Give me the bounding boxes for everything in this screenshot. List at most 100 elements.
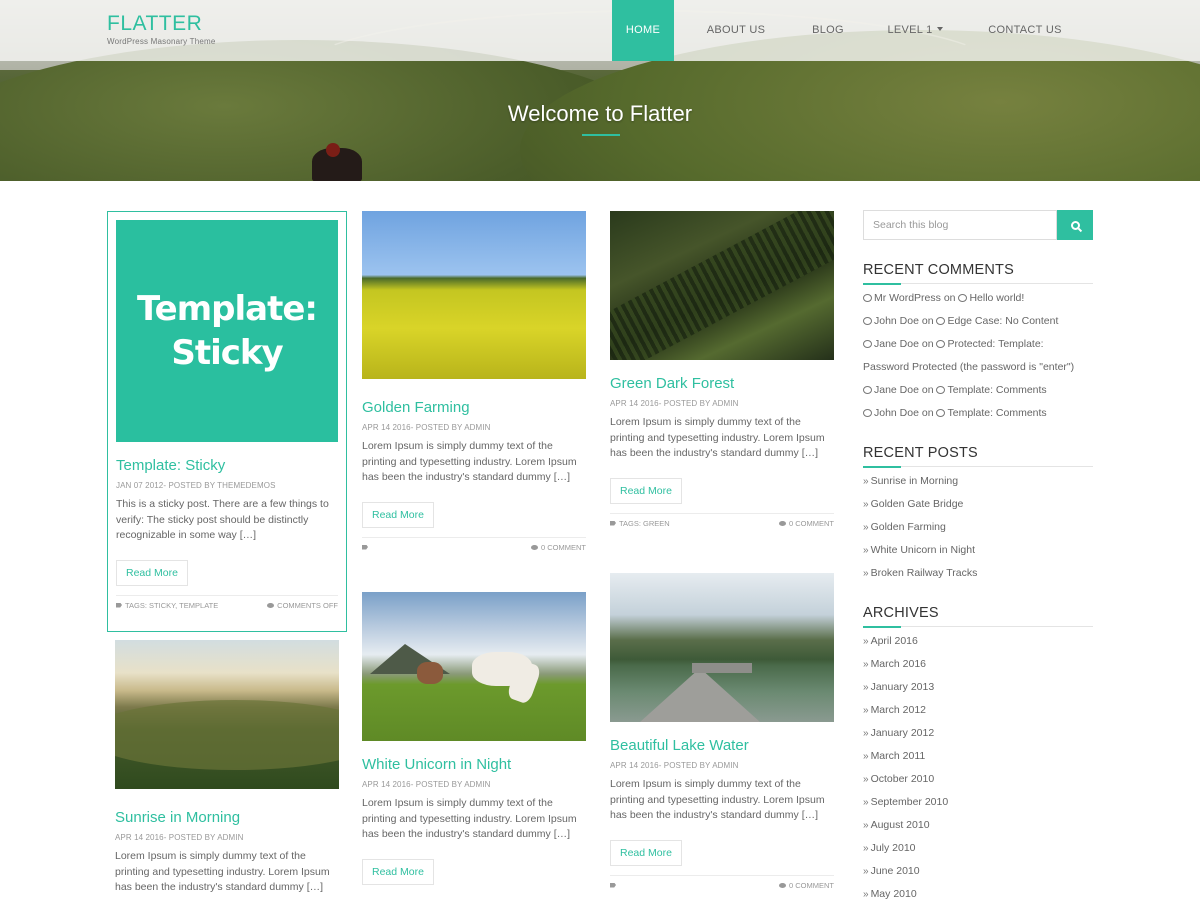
nav-contact-us[interactable]: CONTACT US xyxy=(972,0,1078,61)
post-tags: TAGS: STICKY, TEMPLATE xyxy=(116,601,218,610)
comment-post-link[interactable]: Edge Case: No Content xyxy=(947,315,1058,327)
archive-link[interactable]: » March 2011 xyxy=(863,745,1093,768)
comment-post-link[interactable]: Template: Comments xyxy=(947,407,1046,419)
comment-post-link[interactable]: Template: Comments xyxy=(947,384,1046,396)
post-image-white-unicorn[interactable] xyxy=(362,592,586,741)
post-comments: COMMENTS OFF xyxy=(267,601,338,610)
archive-link[interactable]: » January 2013 xyxy=(863,676,1093,699)
read-more-button[interactable]: Read More xyxy=(362,501,434,528)
nav-home[interactable]: HOME xyxy=(612,0,674,61)
comment-author: John Doe xyxy=(874,407,919,419)
chevron-right-icon: » xyxy=(863,797,869,808)
archive-link[interactable]: » January 2012 xyxy=(863,722,1093,745)
comment-bubble-icon xyxy=(863,294,872,302)
archive-label: January 2013 xyxy=(870,681,935,693)
post-footer: 0 COMMENT xyxy=(362,536,586,552)
search-icon xyxy=(1070,220,1080,230)
read-more-button[interactable]: Read More xyxy=(610,839,682,866)
post-image-sticky[interactable]: Template: Sticky xyxy=(116,220,338,442)
comment-author[interactable]: Mr WordPress xyxy=(874,292,941,304)
read-more-button[interactable]: Read More xyxy=(610,477,682,504)
post-meta: APR 14 2016- POSTED BY ADMIN xyxy=(362,423,491,432)
comment-icon xyxy=(779,520,786,526)
archive-link[interactable]: » March 2016 xyxy=(863,653,1093,676)
hero-banner: FLATTER WordPress Masonary Theme HOME AB… xyxy=(0,0,1200,181)
comment-on: on xyxy=(921,338,934,350)
post-meta: APR 14 2016- POSTED BY ADMIN xyxy=(610,399,739,408)
comment-icon xyxy=(267,602,275,608)
widget-title-rule xyxy=(863,283,1093,285)
widget-title: RECENT COMMENTS xyxy=(863,262,1014,278)
recent-post-link[interactable]: » Golden Gate Bridge xyxy=(863,493,1093,516)
post-tags: TAGS: GREEN xyxy=(610,519,670,528)
comment-post-link[interactable]: Hello world! xyxy=(969,292,1024,304)
archive-label: July 2010 xyxy=(870,842,916,854)
post-tags-text[interactable]: TAGS: STICKY, TEMPLATE xyxy=(125,601,218,610)
read-more-button[interactable]: Read More xyxy=(116,559,188,586)
post-tags-text[interactable]: TAGS: GREEN xyxy=(619,519,670,528)
post-excerpt: Lorem Ipsum is simply dummy text of the … xyxy=(362,797,577,840)
archive-link[interactable]: » March 2012 xyxy=(863,699,1093,722)
archive-link[interactable]: » September 2010 xyxy=(863,791,1093,814)
post-title[interactable]: Green Dark Forest xyxy=(610,374,834,394)
chevron-right-icon: » xyxy=(863,751,869,762)
site-tagline: WordPress Masonary Theme xyxy=(107,37,216,46)
post-title[interactable]: Golden Farming xyxy=(362,398,586,418)
chevron-right-icon: » xyxy=(863,774,869,785)
site-brand[interactable]: FLATTER WordPress Masonary Theme xyxy=(107,12,216,46)
chevron-right-icon: » xyxy=(863,843,869,854)
recent-post-link[interactable]: » White Unicorn in Night xyxy=(863,539,1093,562)
post-image-text-line2: Sticky xyxy=(171,333,283,373)
site-title[interactable]: FLATTER xyxy=(107,12,216,36)
tag-icon xyxy=(116,602,122,608)
post-title[interactable]: Sunrise in Morning xyxy=(115,808,339,828)
sidebar: RECENT COMMENTS Mr WordPress on Hello wo… xyxy=(863,210,1093,900)
archive-link[interactable]: » October 2010 xyxy=(863,768,1093,791)
recent-comment-item: John Doe on Template: Comments xyxy=(863,402,1093,425)
archive-link[interactable]: » April 2016 xyxy=(863,630,1093,653)
post-image-golden-farming[interactable] xyxy=(362,211,586,379)
recent-post-link[interactable]: » Golden Farming xyxy=(863,516,1093,539)
archive-link[interactable]: » June 2010 xyxy=(863,860,1093,883)
post-title[interactable]: Template: Sticky xyxy=(116,456,338,476)
chevron-right-icon: » xyxy=(863,568,869,579)
recent-post-link[interactable]: » Sunrise in Morning xyxy=(863,470,1093,493)
post-excerpt: Lorem Ipsum is simply dummy text of the … xyxy=(610,416,825,459)
widget-recent-comments: RECENT COMMENTS Mr WordPress on Hello wo… xyxy=(863,262,1093,425)
comment-icon xyxy=(531,544,538,550)
post-image-beautiful-lake[interactable] xyxy=(610,573,834,722)
post-image-green-dark-forest[interactable] xyxy=(610,211,834,360)
recent-post-label: Golden Gate Bridge xyxy=(870,498,964,510)
search-input[interactable] xyxy=(863,210,1057,240)
widget-archives: ARCHIVES » April 2016 » March 2016 » Januar… xyxy=(863,605,1093,900)
tag-icon xyxy=(610,520,616,526)
post-comments-text[interactable]: 0 COMMENT xyxy=(541,543,586,552)
post-comments-text[interactable]: 0 COMMENT xyxy=(789,519,834,528)
post-title[interactable]: White Unicorn in Night xyxy=(362,755,586,775)
post-title[interactable]: Beautiful Lake Water xyxy=(610,736,834,756)
post-image-sunrise-in-morning[interactable] xyxy=(115,640,339,789)
chevron-right-icon: » xyxy=(863,889,869,900)
recent-comment-item: Jane Doe on Template: Comments xyxy=(863,379,1093,402)
archive-link[interactable]: » May 2010 xyxy=(863,883,1093,900)
search-button[interactable] xyxy=(1057,210,1093,240)
comment-on: on xyxy=(921,315,934,327)
comment-post-link[interactable]: Protected: Template: xyxy=(947,338,1043,350)
archive-link[interactable]: » July 2010 xyxy=(863,837,1093,860)
nav-level-1[interactable]: LEVEL 1 xyxy=(858,0,972,61)
recent-post-link[interactable]: » Broken Railway Tracks xyxy=(863,562,1093,585)
archive-link[interactable]: » August 2010 xyxy=(863,814,1093,837)
chevron-right-icon: » xyxy=(863,866,869,877)
nav-about-us[interactable]: ABOUT US xyxy=(674,0,798,61)
comment-post-link-cont[interactable]: Password Protected (the password is "ent… xyxy=(863,361,1074,373)
read-more-button[interactable]: Read More xyxy=(362,858,434,885)
search-form xyxy=(863,210,1093,240)
nav-level-1-label: LEVEL 1 xyxy=(887,24,933,36)
nav-blog[interactable]: BLOG xyxy=(798,0,858,61)
archive-label: June 2010 xyxy=(870,865,920,877)
comment-bubble-icon xyxy=(936,340,946,348)
post-excerpt: Lorem Ipsum is simply dummy text of the … xyxy=(362,440,577,483)
post-excerpt: Lorem Ipsum is simply dummy text of the … xyxy=(610,778,825,821)
comment-bubble-icon xyxy=(863,340,872,348)
post-comments-text[interactable]: 0 COMMENT xyxy=(789,881,834,890)
